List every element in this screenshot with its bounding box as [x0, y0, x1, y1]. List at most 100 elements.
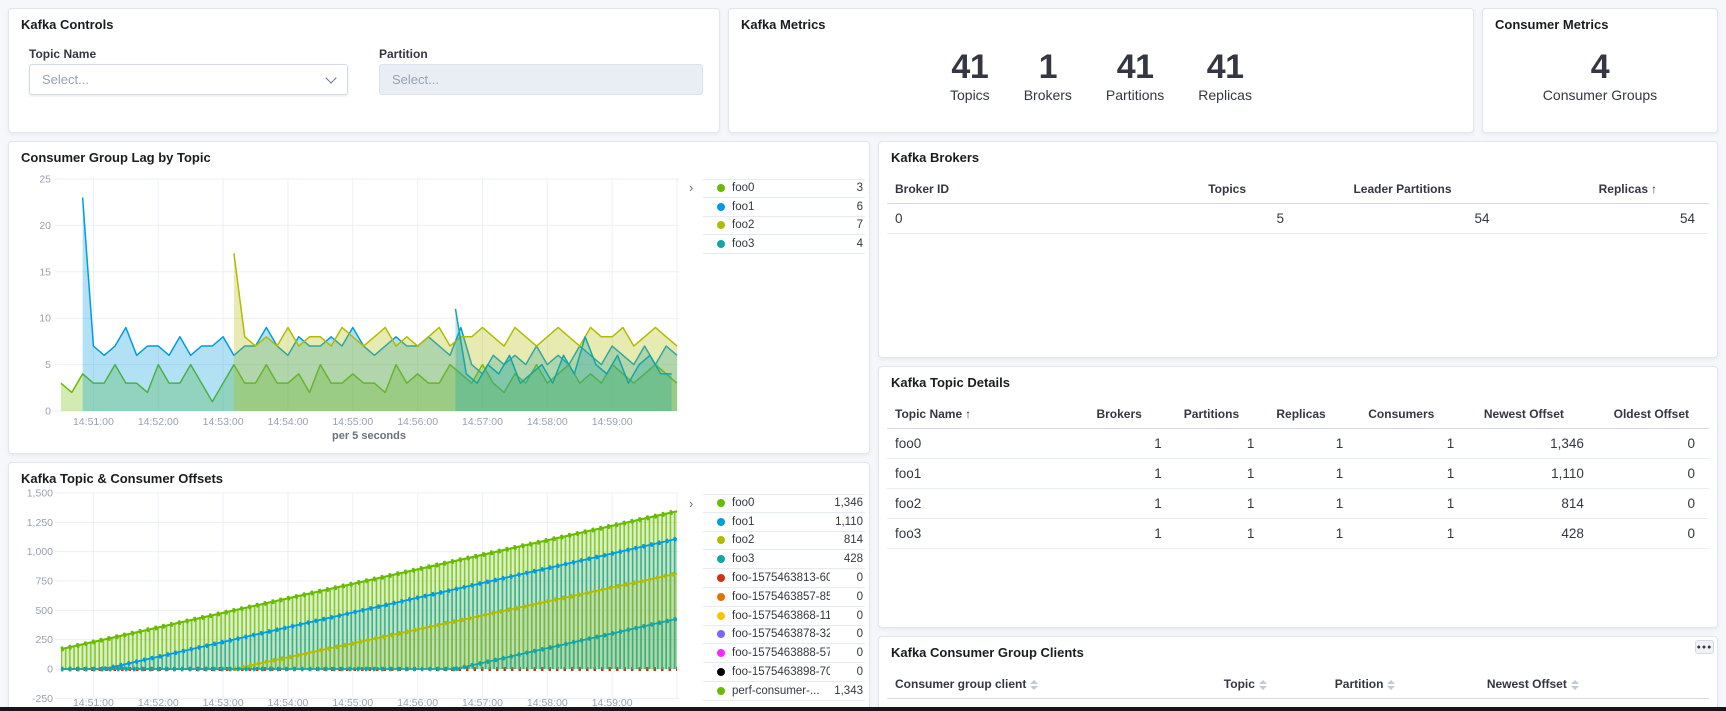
svg-text:1,250: 1,250: [27, 517, 53, 529]
svg-text:14:58:00: 14:58:00: [527, 416, 568, 428]
sort-carets-icon: [1259, 680, 1267, 690]
consumer-metrics-panel: Consumer Metrics 4 Consumer Groups: [1482, 8, 1718, 133]
chevron-down-icon: [325, 72, 336, 83]
metric-row: 4 Consumer Groups: [1483, 49, 1717, 103]
col-header-newest-offset[interactable]: Newest Offset: [1468, 399, 1598, 429]
legend-item[interactable]: foo16: [703, 198, 865, 217]
legend-item[interactable]: foo-1575463888-57...0: [703, 644, 865, 663]
series-dot: [717, 203, 725, 211]
svg-text:5: 5: [45, 359, 51, 371]
table-row: foo2 1 1 1 1 814 0: [887, 489, 1709, 519]
col-header-topics[interactable]: Topics: [1093, 174, 1299, 204]
series-dot: [717, 649, 725, 657]
col-header-partition[interactable]: Partition: [1327, 669, 1479, 699]
partition-label: Partition: [379, 47, 428, 61]
svg-text:14:54:00: 14:54:00: [268, 416, 309, 428]
panel-title: Kafka Topic Details: [891, 375, 1010, 390]
metric-topics: 41 Topics: [950, 49, 990, 103]
panel-title: Kafka Brokers: [891, 150, 979, 165]
sort-carets-icon: [1571, 680, 1579, 690]
col-header-newest-offset[interactable]: Newest Offset: [1479, 669, 1709, 699]
svg-text:15: 15: [39, 266, 51, 278]
kafka-metrics-panel: Kafka Metrics 41 Topics 1 Brokers 41 Par…: [728, 8, 1474, 133]
topic-details-table: Topic Name↑ Brokers Partitions Replicas …: [887, 399, 1709, 549]
partition-placeholder: Select...: [392, 72, 690, 87]
series-dot: [717, 574, 725, 582]
sort-carets-icon: [1030, 680, 1038, 690]
col-header-brokers[interactable]: Brokers: [1087, 399, 1176, 429]
topic-name-select[interactable]: Select...: [29, 64, 348, 95]
legend-item[interactable]: foo2814: [703, 532, 865, 551]
legend-item[interactable]: foo27: [703, 217, 865, 236]
series-dot: [717, 518, 725, 526]
svg-text:14:59:00: 14:59:00: [592, 416, 633, 428]
svg-text:-250: -250: [32, 693, 53, 705]
legend-item[interactable]: foo-1575463898-70...0: [703, 663, 865, 682]
metric-row: 41 Topics 1 Brokers 41 Partitions 41 Rep…: [729, 49, 1473, 103]
svg-text:14:53:00: 14:53:00: [203, 416, 244, 428]
legend-item[interactable]: foo34: [703, 235, 865, 254]
table-row: foo1 1 1 1 1 1,110 0: [887, 459, 1709, 489]
svg-text:500: 500: [35, 605, 53, 617]
svg-text:250: 250: [35, 634, 53, 646]
table-row: foo3 1 1 1 1 428 0: [887, 519, 1709, 549]
legend-item[interactable]: foo3428: [703, 550, 865, 569]
sort-asc-icon: ↑: [1651, 182, 1657, 196]
legend-item[interactable]: perf-consumer-...1,343: [703, 682, 865, 701]
legend-expand-icon[interactable]: ›: [689, 180, 693, 195]
series-dot: [717, 221, 725, 229]
kafka-brokers-panel: Kafka Brokers Broker ID Topics Leader Pa…: [878, 141, 1718, 358]
consumer-clients-table: Consumer group client Topic Partition Ne…: [887, 669, 1709, 711]
metric-consumer-groups: 4 Consumer Groups: [1543, 49, 1657, 103]
col-header-replicas[interactable]: Replicas↑: [1504, 174, 1710, 204]
brokers-table: Broker ID Topics Leader Partitions Repli…: [887, 174, 1709, 234]
lag-chart-panel: Consumer Group Lag by Topic 051015202514…: [8, 141, 870, 454]
col-header-broker-id[interactable]: Broker ID: [887, 174, 1093, 204]
panel-options-icon[interactable]: ●●●: [1695, 640, 1714, 654]
col-header-consumer-group-client[interactable]: Consumer group client: [887, 669, 1216, 699]
panel-title: Kafka Controls: [21, 17, 113, 32]
series-dot: [717, 668, 725, 676]
legend-item[interactable]: foo-1575463868-116...0: [703, 607, 865, 626]
svg-text:25: 25: [39, 174, 51, 186]
svg-text:0: 0: [45, 406, 51, 418]
panel-title: Consumer Metrics: [1495, 17, 1608, 32]
topic-name-placeholder: Select...: [42, 72, 327, 87]
legend-item[interactable]: foo03: [703, 179, 865, 198]
series-dot: [717, 612, 725, 620]
table-row: foo0 1 1 1 1 1,346 0: [887, 429, 1709, 459]
legend-item[interactable]: foo-1575463813-60...0: [703, 569, 865, 588]
series-dot: [717, 536, 725, 544]
legend-item[interactable]: foo-1575463857-85...0: [703, 588, 865, 607]
metric-brokers: 1 Brokers: [1024, 49, 1072, 103]
col-header-consumers[interactable]: Consumers: [1357, 399, 1468, 429]
panel-title: Kafka Metrics: [741, 17, 826, 32]
lag-legend: foo03 foo16 foo27 foo34: [703, 179, 865, 254]
series-dot: [717, 687, 725, 695]
col-header-replicas[interactable]: Replicas: [1268, 399, 1357, 429]
legend-item[interactable]: foo11,110: [703, 513, 865, 532]
panel-title: Kafka Consumer Group Clients: [891, 645, 1084, 660]
table-row: 0 5 54 54: [887, 204, 1709, 234]
kafka-dashboard: Kafka Controls Topic Name Select... Part…: [0, 0, 1726, 711]
svg-text:20: 20: [39, 220, 51, 232]
col-header-oldest-offset[interactable]: Oldest Offset: [1598, 399, 1709, 429]
sort-carets-icon: [1387, 680, 1395, 690]
col-header-topic-name[interactable]: Topic Name↑: [887, 399, 1087, 429]
partition-select[interactable]: Select...: [379, 64, 703, 95]
col-header-partitions[interactable]: Partitions: [1176, 399, 1269, 429]
series-dot: [717, 593, 725, 601]
legend-item[interactable]: foo-1575463878-32...0: [703, 626, 865, 645]
svg-text:0: 0: [47, 664, 53, 676]
col-header-topic[interactable]: Topic: [1216, 669, 1327, 699]
legend-item[interactable]: foo01,346: [703, 494, 865, 513]
sort-asc-icon: ↑: [965, 407, 971, 421]
bottom-edge-strip: [0, 707, 1726, 711]
series-dot: [717, 630, 725, 638]
metric-partitions: 41 Partitions: [1106, 49, 1164, 103]
series-dot: [717, 555, 725, 563]
col-header-leader-partitions[interactable]: Leader Partitions: [1298, 174, 1504, 204]
svg-text:14:51:00: 14:51:00: [73, 416, 114, 428]
legend-expand-icon[interactable]: ›: [689, 496, 693, 511]
series-dot: [717, 499, 725, 507]
